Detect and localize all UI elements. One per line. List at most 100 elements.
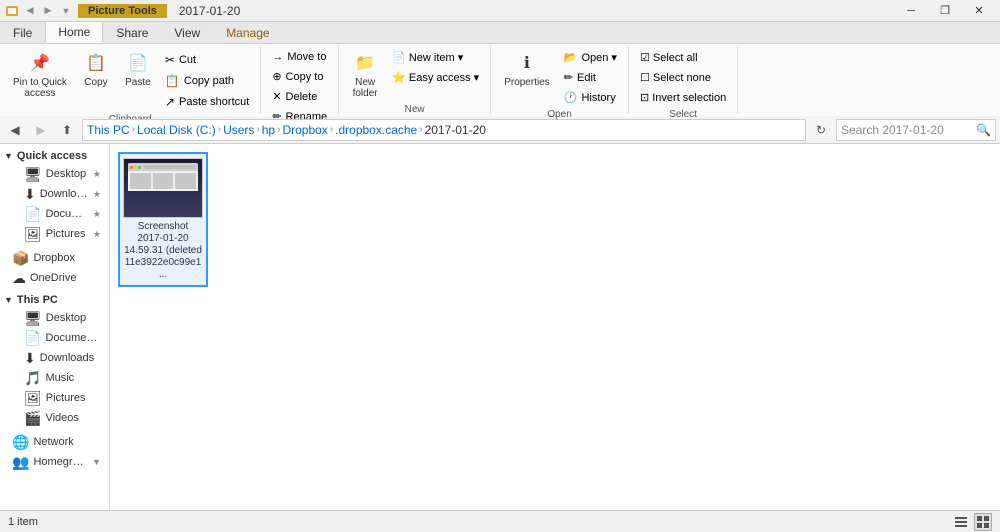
sidebar: ▼ Quick access 🖥 Desktop ★ ⬇ Downloads ★… <box>0 144 110 510</box>
organize-group: → Move to ⊕ Copy to ✕ Delete ✏ Rename Or… <box>261 46 339 114</box>
edit-icon: ✏ <box>564 71 573 84</box>
up-button[interactable]: ⬆ <box>56 119 78 141</box>
thumb-dot-yellow <box>134 166 137 169</box>
sidebar-item-homegroup[interactable]: 👥 Homegroup ▼ <box>0 452 109 472</box>
copy-button[interactable]: 📋 Copy <box>76 48 116 91</box>
new-content: 📁 Newfolder 📄 New item ▾ ⭐ Easy access ▾ <box>345 48 484 102</box>
downloads-icon: ⬇ <box>24 186 36 203</box>
history-icon: 🕐 <box>564 91 578 104</box>
grid-view-button[interactable] <box>974 513 992 531</box>
thumb-dot-red <box>130 166 133 169</box>
sidebar-item-videos[interactable]: 🎬 Videos <box>0 408 109 428</box>
breadcrumb-local-disk[interactable]: Local Disk (C:) <box>137 123 216 137</box>
sidebar-quick-access-header[interactable]: ▼ Quick access <box>0 148 109 164</box>
edit-button[interactable]: ✏ Edit <box>559 68 622 87</box>
dropbox-icon: 📦 <box>12 250 29 267</box>
tab-home[interactable]: Home <box>45 21 103 43</box>
sidebar-item-dropbox[interactable]: 📦 Dropbox <box>0 248 109 268</box>
refresh-button[interactable]: ↻ <box>810 119 832 141</box>
status-right <box>952 513 992 531</box>
move-to-button[interactable]: → Move to <box>267 48 332 66</box>
select-all-button[interactable]: ☑ Select all <box>635 48 731 67</box>
sidebar-this-pc-header[interactable]: ▼ This PC <box>0 292 109 308</box>
ribbon-tab-bar: File Home Share View Manage <box>0 22 1000 44</box>
title-bar: ◀ ▶ ▼ Picture Tools 2017-01-20 ─ ❐ ✕ <box>0 0 1000 22</box>
close-button[interactable]: ✕ <box>962 0 996 22</box>
tab-share[interactable]: Share <box>103 21 161 43</box>
pin-icon: 📌 <box>28 51 52 75</box>
onedrive-icon: ☁ <box>12 270 26 287</box>
forward-button[interactable]: ▶ <box>30 119 52 141</box>
search-icon: 🔍 <box>976 123 991 137</box>
copy-path-button[interactable]: 📋 Copy path <box>160 71 254 91</box>
minimize-button[interactable]: ─ <box>894 0 928 22</box>
pin-to-quick-access-button[interactable]: 📌 Pin to Quickaccess <box>6 48 74 102</box>
thumb-dot-green <box>138 166 141 169</box>
homegroup-icon: 👥 <box>12 454 29 471</box>
organize-small-buttons: → Move to ⊕ Copy to ✕ Delete ✏ Rename <box>267 48 332 126</box>
title-bar-title: 2017-01-20 <box>179 4 240 18</box>
desktop-expand-icon: ★ <box>93 169 101 180</box>
sidebar-item-downloads-pc[interactable]: ⬇ Downloads <box>0 348 109 368</box>
search-box[interactable]: Search 2017-01-20 🔍 <box>836 119 996 141</box>
properties-icon: ℹ <box>515 51 539 75</box>
breadcrumb-dropbox[interactable]: Dropbox <box>282 123 327 137</box>
sidebar-item-onedrive[interactable]: ☁ OneDrive <box>0 268 109 288</box>
this-pc-arrow: ▼ <box>4 295 13 305</box>
clipboard-small-buttons: ✂ Cut 📋 Copy path ↗ Paste shortcut <box>160 50 254 112</box>
file-icon-container: Screenshot 2017-01-20 14.59.31 (deleted … <box>118 152 992 287</box>
quick-access-arrow: ▼ <box>4 151 13 161</box>
delete-button[interactable]: ✕ Delete <box>267 87 332 106</box>
breadcrumb-users[interactable]: Users <box>223 123 254 137</box>
new-folder-icon: 📁 <box>353 51 377 75</box>
select-small-buttons: ☑ Select all ☐ Select none ⊡ Invert sele… <box>635 48 731 107</box>
maximize-button[interactable]: ❐ <box>928 0 962 22</box>
open-icon: 📂 <box>564 51 578 64</box>
sidebar-item-desktop-pc[interactable]: 🖥 Desktop <box>0 308 109 328</box>
pictures-icon: 🖼 <box>24 226 42 243</box>
forward-icon-small: ▶ <box>40 3 56 19</box>
back-button[interactable]: ◀ <box>4 119 26 141</box>
select-none-button[interactable]: ☐ Select none <box>635 68 731 87</box>
breadcrumb-hp[interactable]: hp <box>262 123 275 137</box>
tab-manage[interactable]: Manage <box>213 21 282 43</box>
new-item-button[interactable]: 📄 New item ▾ <box>387 48 484 67</box>
search-placeholder: Search 2017-01-20 <box>841 123 944 137</box>
history-button[interactable]: 🕐 History <box>559 88 622 107</box>
sidebar-item-documents-pc[interactable]: 📄 Documents <box>0 328 109 348</box>
cut-icon: ✂ <box>165 53 175 67</box>
paste-shortcut-icon: ↗ <box>165 95 175 109</box>
network-icon: 🌐 <box>12 434 29 451</box>
sidebar-item-desktop[interactable]: 🖥 Desktop ★ <box>0 164 109 184</box>
tab-file[interactable]: File <box>0 21 45 43</box>
tab-view[interactable]: View <box>161 21 213 43</box>
down-icon-small: ▼ <box>58 3 74 19</box>
paste-shortcut-button[interactable]: ↗ Paste shortcut <box>160 92 254 112</box>
sidebar-item-pictures-pc[interactable]: 🖼 Pictures <box>0 388 109 408</box>
breadcrumb-this-pc[interactable]: This PC <box>87 123 130 137</box>
sidebar-item-pictures[interactable]: 🖼 Pictures ★ <box>0 224 109 244</box>
easy-access-button[interactable]: ⭐ Easy access ▾ <box>387 68 484 87</box>
clipboard-content: 📌 Pin to Quickaccess 📋 Copy 📄 Paste ✂ Cu… <box>6 48 254 112</box>
sidebar-item-documents[interactable]: 📄 Documents ★ <box>0 204 109 224</box>
window-icon <box>4 3 20 19</box>
properties-button[interactable]: ℹ Properties <box>497 48 557 91</box>
file-item-screenshot[interactable]: Screenshot 2017-01-20 14.59.31 (deleted … <box>118 152 208 287</box>
pictures-pc-icon: 🖼 <box>24 390 42 407</box>
copy-to-button[interactable]: ⊕ Copy to <box>267 67 332 86</box>
open-group: ℹ Properties 📂 Open ▾ ✏ Edit 🕐 History O… <box>491 46 629 114</box>
open-button[interactable]: 📂 Open ▾ <box>559 48 622 67</box>
cut-button[interactable]: ✂ Cut <box>160 50 254 70</box>
invert-selection-button[interactable]: ⊡ Invert selection <box>635 88 731 107</box>
sidebar-item-downloads[interactable]: ⬇ Downloads ★ <box>0 184 109 204</box>
paste-button[interactable]: 📄 Paste <box>118 48 158 91</box>
sidebar-item-music[interactable]: 🎵 Music <box>0 368 109 388</box>
item-count: 1 item <box>8 516 38 528</box>
list-view-button[interactable] <box>952 513 970 531</box>
downloads-expand-icon: ★ <box>93 189 101 200</box>
breadcrumb-dropbox-cache[interactable]: .dropbox.cache <box>335 123 417 137</box>
quick-access-label: Quick access <box>17 150 87 162</box>
new-folder-button[interactable]: 📁 Newfolder <box>345 48 385 102</box>
copy-icon: 📋 <box>84 51 108 75</box>
sidebar-item-network[interactable]: 🌐 Network <box>0 432 109 452</box>
